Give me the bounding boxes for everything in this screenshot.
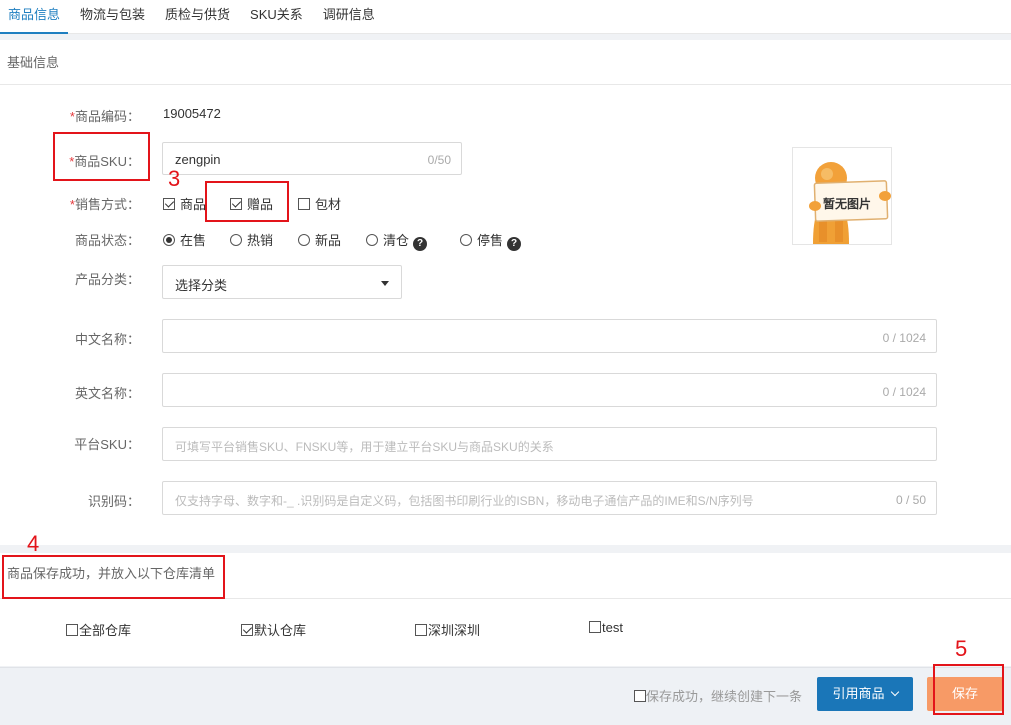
tab-research-info[interactable]: 调研信息	[315, 0, 383, 34]
radio-selected-icon	[163, 234, 175, 246]
annotation-number-5: 5	[955, 636, 968, 661]
continue-create-checkbox[interactable]: 保存成功，继续创建下一条	[634, 686, 802, 705]
status-clearance-radio[interactable]: 清仓?	[366, 230, 428, 251]
sale-mode-packaging-checkbox[interactable]: 包材	[298, 194, 341, 213]
save-button[interactable]: 保存	[927, 677, 1003, 711]
tab-product-info[interactable]: 商品信息	[0, 0, 69, 34]
product-sku-input[interactable]: zengpin 0/50	[162, 142, 462, 175]
basic-info-title: 基础信息	[0, 40, 1011, 85]
annotation-number-4: 4	[27, 531, 40, 556]
radio-empty-icon	[298, 234, 310, 246]
checkbox-empty-icon	[634, 690, 646, 702]
warehouse-shenzhen-checkbox[interactable]: 深圳深圳	[415, 620, 480, 639]
radio-empty-icon	[230, 234, 242, 246]
product-image-placeholder[interactable]: 暂无图片	[792, 147, 892, 245]
warehouse-panel: 商品保存成功，并放入以下仓库清单	[0, 553, 1011, 666]
id-code-input[interactable]: 仅支持字母、数字和-_ .识别码是自定义码，包括图书印刷行业的ISBN，移动电子…	[162, 481, 937, 515]
category-select[interactable]: 选择分类	[162, 265, 402, 299]
platform-sku-placeholder: 可填写平台销售SKU、FNSKU等，用于建立平台SKU与商品SKU的关系	[175, 440, 554, 454]
status-on-sale-radio[interactable]: 在售	[163, 230, 206, 249]
annotation-number-3: 3	[168, 166, 181, 191]
product-status-label: 商品状态：	[74, 233, 140, 248]
chevron-down-icon	[890, 687, 899, 697]
tab-bar: 商品信息 物流与包装 质检与供货 SKU关系 调研信息	[0, 0, 1011, 34]
checkbox-checked-icon	[241, 624, 253, 636]
radio-empty-icon	[366, 234, 378, 246]
tab-qc-supply[interactable]: 质检与供货	[157, 0, 238, 34]
id-code-label: 识别码：	[87, 494, 140, 509]
warehouse-default-checkbox[interactable]: 默认仓库	[241, 620, 306, 639]
radio-empty-icon	[460, 234, 472, 246]
platform-sku-label: 平台SKU：	[74, 437, 140, 452]
checkbox-empty-icon	[298, 198, 310, 210]
platform-sku-input[interactable]: 可填写平台销售SKU、FNSKU等，用于建立平台SKU与商品SKU的关系	[162, 427, 937, 461]
product-sku-counter: 0/50	[427, 153, 451, 167]
sale-mode-gift-checkbox[interactable]: 赠品	[230, 194, 273, 213]
basic-info-panel: 基础信息	[0, 40, 1011, 545]
no-image-label: 暂无图片	[823, 197, 872, 211]
sale-mode-label: *销售方式：	[69, 197, 140, 212]
tab-logistics-packaging[interactable]: 物流与包装	[72, 0, 153, 34]
product-sku-label: *商品SKU：	[69, 154, 140, 169]
warehouse-test-checkbox[interactable]: test	[589, 620, 623, 635]
chinese-name-label: 中文名称：	[74, 332, 140, 347]
status-new-radio[interactable]: 新品	[298, 230, 341, 249]
warehouse-all-checkbox[interactable]: 全部仓库	[66, 620, 131, 639]
english-name-input[interactable]: 0 / 1024	[162, 373, 937, 407]
chinese-name-counter: 0 / 1024	[882, 331, 926, 345]
product-code-value: 19005472	[163, 106, 221, 121]
help-icon[interactable]: ?	[507, 237, 522, 251]
checkbox-empty-icon	[415, 624, 427, 636]
status-hot-radio[interactable]: 热销	[230, 230, 273, 249]
tab-sku-relation[interactable]: SKU关系	[242, 0, 311, 34]
checkbox-empty-icon	[66, 624, 78, 636]
product-sku-value: zengpin	[175, 152, 221, 167]
category-label: 产品分类：	[74, 272, 140, 287]
sale-mode-product-checkbox[interactable]: 商品	[163, 194, 206, 213]
chinese-name-input[interactable]: 0 / 1024	[162, 319, 937, 353]
product-code-label: *商品编码：	[69, 109, 140, 124]
checkbox-empty-icon	[589, 621, 601, 633]
checkbox-checked-icon	[163, 198, 175, 210]
help-icon[interactable]: ?	[413, 237, 428, 251]
warehouse-title: 商品保存成功，并放入以下仓库清单	[0, 553, 1011, 599]
status-discontinued-radio[interactable]: 停售?	[460, 230, 522, 251]
id-code-placeholder: 仅支持字母、数字和-_ .识别码是自定义码，包括图书印刷行业的ISBN，移动电子…	[175, 494, 754, 508]
english-name-counter: 0 / 1024	[882, 385, 926, 399]
reference-product-button[interactable]: 引用商品	[817, 677, 913, 711]
caret-down-icon	[381, 281, 389, 286]
english-name-label: 英文名称：	[74, 386, 140, 401]
checkbox-checked-icon	[230, 198, 242, 210]
id-code-counter: 0 / 50	[895, 493, 926, 507]
category-select-value: 选择分类	[175, 278, 228, 293]
